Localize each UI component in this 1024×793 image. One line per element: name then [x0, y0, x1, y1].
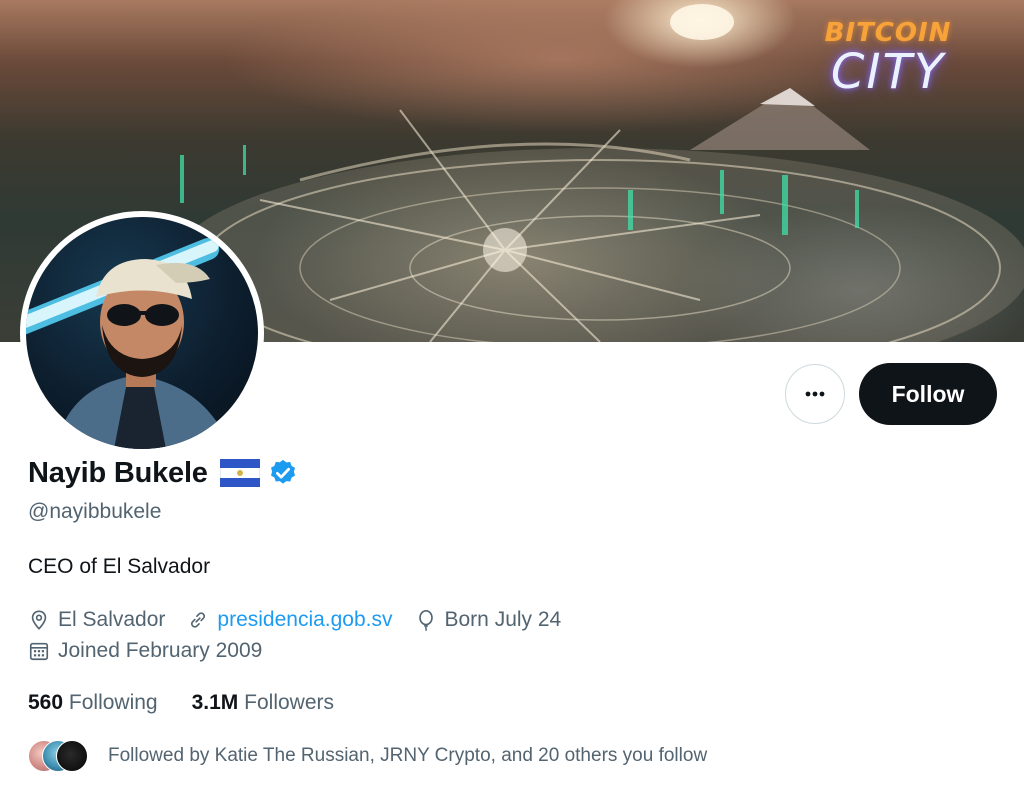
calendar-icon	[29, 642, 49, 661]
follow-stats: 560 Following 3.1M Followers	[28, 691, 368, 715]
followers-count: 3.1M	[191, 691, 239, 714]
bitcoin-city-logo: BITCOIN CITY	[808, 18, 968, 96]
joined-text: Joined February 2009	[58, 639, 263, 662]
more-button[interactable]	[785, 364, 845, 424]
avatar-portrait-art	[26, 237, 231, 449]
display-name: Nayib Bukele	[28, 456, 208, 489]
balloon-icon	[418, 610, 433, 631]
profile-meta-row: El Salvador presidencia.gob.sv Born July…	[28, 608, 583, 632]
birthday-item: Born July 24	[415, 608, 562, 632]
following-count: 560	[28, 691, 64, 714]
name-row: Nayib Bukele	[28, 455, 298, 491]
followed-by-row[interactable]: Followed by Katie The Russian, JRNY Cryp…	[28, 740, 707, 772]
website-item[interactable]: presidencia.gob.sv	[187, 608, 393, 632]
location-item: El Salvador	[28, 608, 165, 632]
following-stat[interactable]: 560 Following	[28, 691, 158, 715]
logo-line2: CITY	[830, 44, 946, 100]
avatar-image	[26, 217, 258, 449]
location-text: El Salvador	[58, 608, 166, 631]
more-icon	[805, 391, 825, 397]
followers-label: Followers	[244, 691, 334, 714]
user-handle: @nayibbukele	[28, 500, 162, 523]
followed-by-text: Followed by Katie The Russian, JRNY Cryp…	[108, 745, 708, 766]
location-pin-icon	[31, 610, 47, 630]
joined-item: Joined February 2009	[28, 639, 262, 663]
following-label: Following	[68, 691, 158, 714]
avatar[interactable]	[20, 211, 264, 455]
link-icon	[191, 612, 206, 628]
followers-stat[interactable]: 3.1M Followers	[192, 691, 334, 715]
website-link[interactable]: presidencia.gob.sv	[217, 608, 392, 632]
follower-avatar	[56, 740, 88, 772]
follower-avatars	[28, 740, 88, 772]
follow-button[interactable]: Follow	[859, 363, 997, 425]
birthday-text: Born July 24	[444, 608, 562, 631]
joined-row: Joined February 2009	[28, 639, 284, 663]
bio: CEO of El Salvador	[28, 555, 211, 578]
verified-badge-icon	[270, 459, 295, 484]
el-salvador-flag	[219, 459, 260, 487]
